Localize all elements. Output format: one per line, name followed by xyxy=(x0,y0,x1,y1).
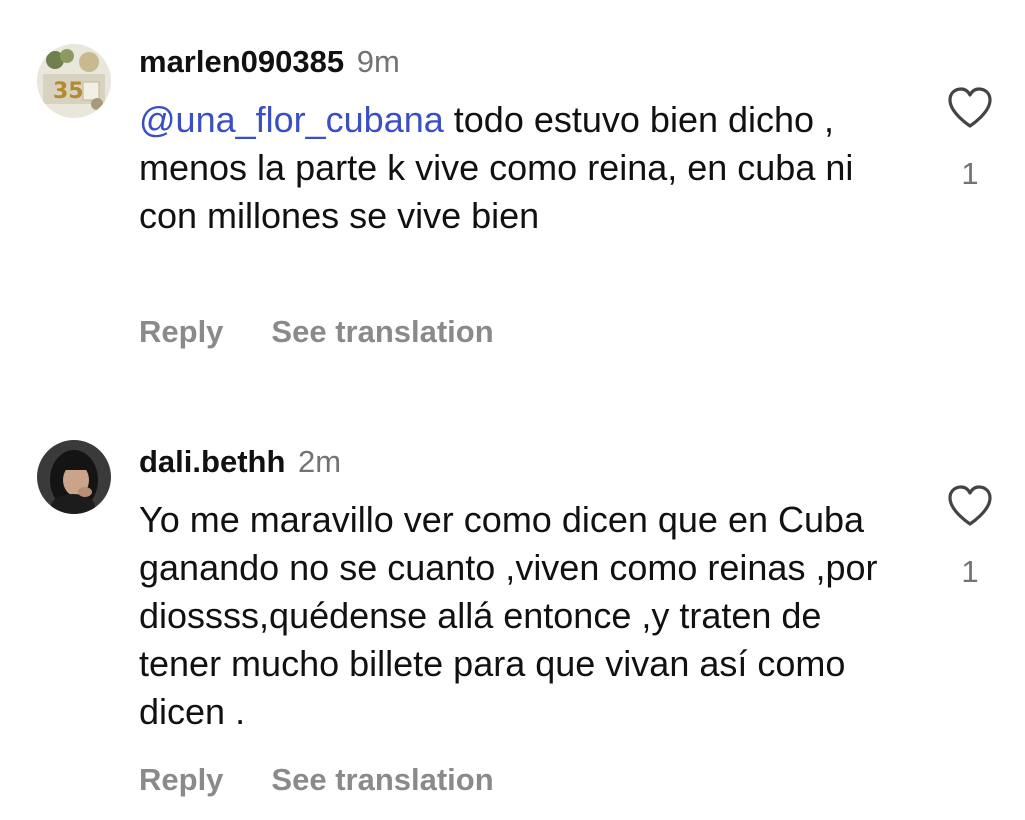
heart-outline-icon[interactable] xyxy=(946,484,994,528)
like-count: 1 xyxy=(961,554,979,589)
comment-body: Yo me maravillo ver como dicen que en Cu… xyxy=(139,499,878,732)
timestamp: 2m xyxy=(298,444,342,479)
username[interactable]: dali.bethh xyxy=(139,444,285,479)
see-translation-button[interactable]: See translation xyxy=(271,762,493,797)
reply-button[interactable]: Reply xyxy=(139,762,223,797)
comment-text: Yo me maravillo ver como dicen que en Cu… xyxy=(139,496,879,736)
like-control: 1 xyxy=(944,484,996,590)
avatar[interactable] xyxy=(37,440,111,514)
comment-meta: dali.bethh 2m xyxy=(139,444,341,480)
comment-actions: Reply See translation xyxy=(139,762,494,798)
comment-item: dali.bethh 2m Yo me maravillo ver como d… xyxy=(0,0,1025,820)
avatar-image xyxy=(37,440,111,514)
